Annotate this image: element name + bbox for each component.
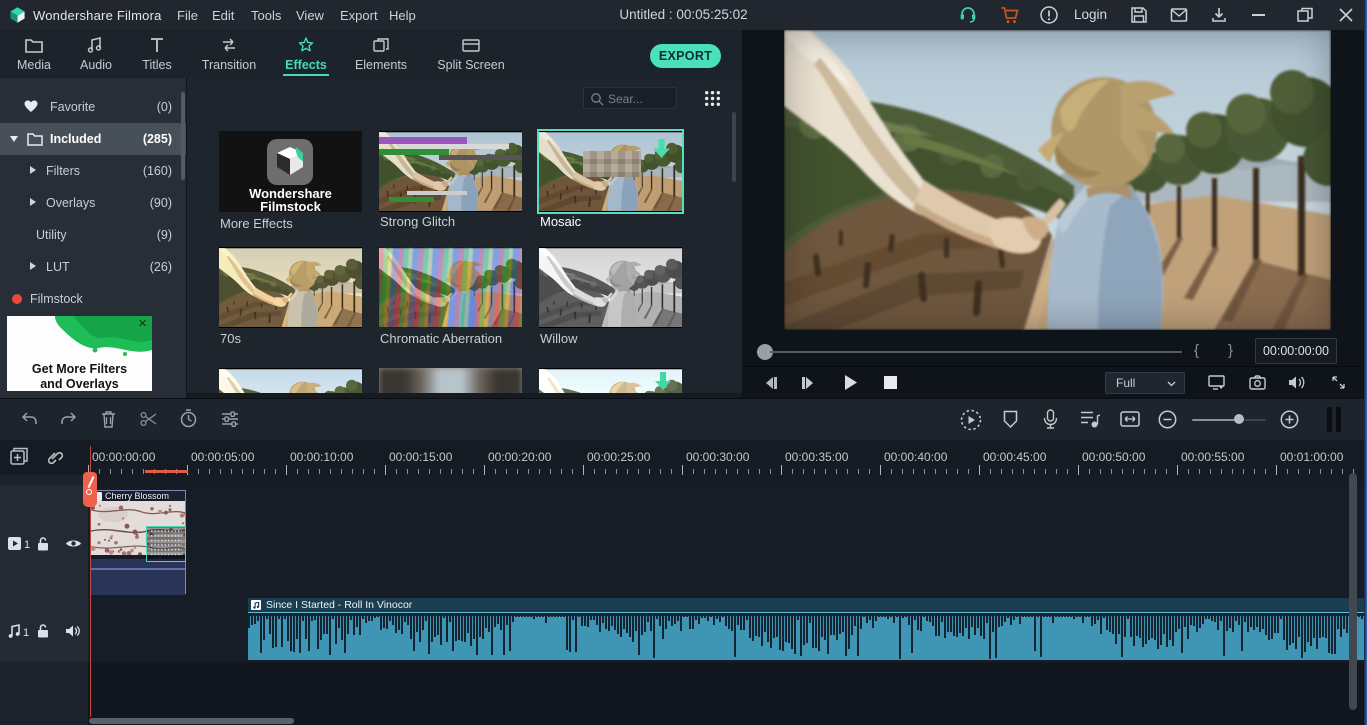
svg-text:00:00:10:00: 00:00:10:00 — [290, 450, 354, 464]
svg-text:00:00:45:00: 00:00:45:00 — [983, 450, 1047, 464]
svg-text:00:00:40:00: 00:00:40:00 — [884, 450, 948, 464]
svg-text:00:00:05:00: 00:00:05:00 — [191, 450, 255, 464]
svg-text:00:00:15:00: 00:00:15:00 — [389, 450, 453, 464]
svg-text:00:00:55:00: 00:00:55:00 — [1181, 450, 1245, 464]
svg-text:00:00:25:00: 00:00:25:00 — [587, 450, 651, 464]
svg-text:00:00:20:00: 00:00:20:00 — [488, 450, 552, 464]
svg-text:00:00:00:00: 00:00:00:00 — [92, 450, 156, 464]
svg-text:00:00:30:00: 00:00:30:00 — [686, 450, 750, 464]
svg-text:1: 1 — [24, 539, 30, 550]
svg-text:00:01:00:00: 00:01:00:00 — [1280, 450, 1344, 464]
svg-text:00:00:35:00: 00:00:35:00 — [785, 450, 849, 464]
svg-text:1: 1 — [23, 627, 29, 638]
svg-text:00:00:50:00: 00:00:50:00 — [1082, 450, 1146, 464]
